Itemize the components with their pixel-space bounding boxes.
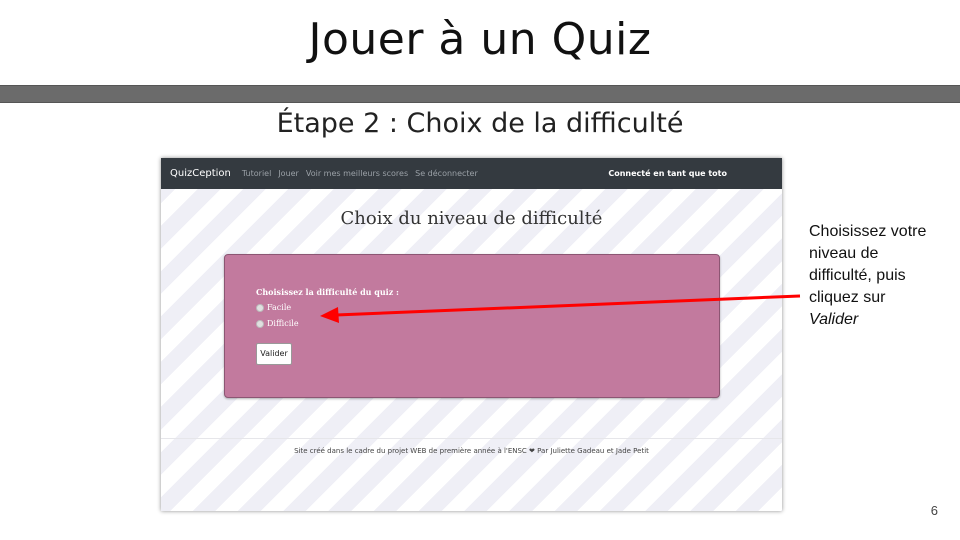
- nav-brand[interactable]: QuizCeption: [170, 168, 231, 179]
- nav-link-scores[interactable]: Voir mes meilleurs scores: [306, 169, 408, 178]
- radio-option-facile[interactable]: Facile: [256, 303, 291, 312]
- footer-credits: Site créé dans le cadre du projet WEB de…: [294, 447, 649, 455]
- page-number: 6: [930, 503, 938, 518]
- difficulty-panel: Choisissez la difficulté du quiz : Facil…: [224, 254, 720, 398]
- user-status: Connecté en tant que toto: [608, 169, 727, 178]
- annotation-line: difficulté, puis: [809, 267, 906, 284]
- title-divider-bar: [0, 85, 960, 103]
- radio-button[interactable]: [256, 303, 264, 312]
- radio-option-difficile[interactable]: Difficile: [256, 319, 299, 328]
- annotation-line: niveau de: [809, 245, 879, 262]
- annotation-callout: Choisissez votre niveau de difficulté, p…: [809, 221, 959, 331]
- nav-link-jouer[interactable]: Jouer: [278, 169, 299, 178]
- difficulty-question: Choisissez la difficulté du quiz :: [256, 287, 399, 297]
- validate-button[interactable]: Valider: [256, 343, 292, 365]
- slide-subtitle: Étape 2 : Choix de la difficulté: [276, 108, 684, 139]
- radio-label-difficile: Difficile: [267, 319, 299, 328]
- radio-button[interactable]: [256, 319, 264, 328]
- annotation-emphasis: Valider: [809, 311, 859, 328]
- footer-divider: [161, 438, 782, 439]
- slide-title: Jouer à un Quiz: [308, 14, 652, 65]
- nav-link-logout[interactable]: Se déconnecter: [415, 169, 478, 178]
- nav-link-tutoriel[interactable]: Tutoriel: [242, 169, 271, 178]
- radio-label-facile: Facile: [267, 303, 292, 312]
- annotation-line: cliquez sur: [809, 289, 886, 306]
- app-screenshot: QuizCeption Tutoriel Jouer Voir mes meil…: [161, 158, 782, 511]
- navbar: QuizCeption Tutoriel Jouer Voir mes meil…: [161, 158, 782, 189]
- annotation-line: Choisissez votre: [809, 223, 927, 240]
- page-heading: Choix du niveau de difficulté: [340, 208, 603, 229]
